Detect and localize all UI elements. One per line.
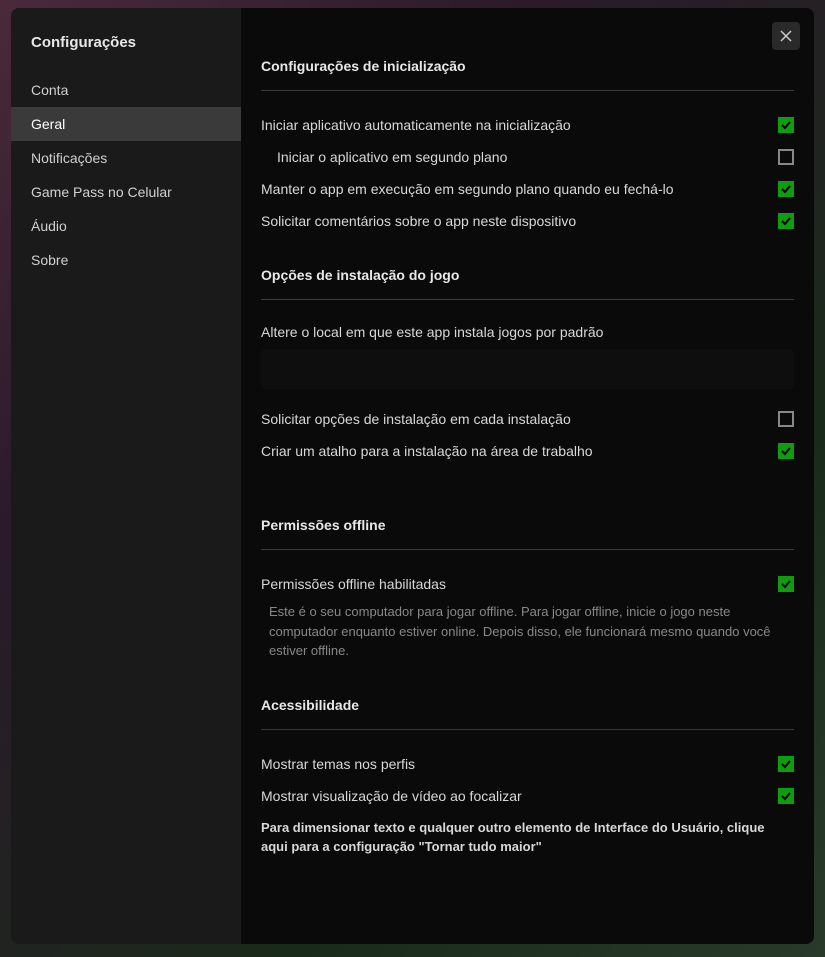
- section-header-offline: Permissões offline: [261, 517, 794, 550]
- row-ask-each: Solicitar opções de instalação em cada i…: [261, 403, 794, 435]
- check-icon: [781, 759, 791, 769]
- row-background-start: Iniciar o aplicativo em segundo plano: [261, 141, 794, 173]
- label-feedback: Solicitar comentários sobre o app neste …: [261, 213, 778, 229]
- label-ask-each: Solicitar opções de instalação em cada i…: [261, 411, 778, 427]
- content-panel: Configurações de inicialização Iniciar a…: [241, 8, 814, 944]
- checkbox-offline-enabled[interactable]: [778, 576, 794, 592]
- check-icon: [781, 579, 791, 589]
- label-themes: Mostrar temas nos perfis: [261, 756, 778, 772]
- checkbox-feedback[interactable]: [778, 213, 794, 229]
- section-accessibility: Acessibilidade Mostrar temas nos perfis …: [261, 697, 794, 857]
- sidebar: Configurações Conta Geral Notificações G…: [11, 8, 241, 944]
- row-autostart: Iniciar aplicativo automaticamente na in…: [261, 109, 794, 141]
- close-icon: [780, 30, 792, 42]
- check-icon: [781, 120, 791, 130]
- checkbox-shortcut[interactable]: [778, 443, 794, 459]
- row-feedback: Solicitar comentários sobre o app neste …: [261, 205, 794, 237]
- section-header-accessibility: Acessibilidade: [261, 697, 794, 730]
- sidebar-item-notificacoes[interactable]: Notificações: [11, 141, 241, 175]
- check-icon: [781, 791, 791, 801]
- label-video-preview: Mostrar visualização de vídeo ao focaliz…: [261, 788, 778, 804]
- accessibility-scale-note[interactable]: Para dimensionar texto e qualquer outro …: [261, 812, 794, 857]
- check-icon: [781, 184, 791, 194]
- sidebar-title: Configurações: [11, 26, 241, 73]
- label-change-location: Altere o local em que este app instala j…: [261, 318, 794, 343]
- sidebar-item-conta[interactable]: Conta: [11, 73, 241, 107]
- section-startup: Configurações de inicialização Iniciar a…: [261, 58, 794, 237]
- check-icon: [781, 216, 791, 226]
- label-shortcut: Criar um atalho para a instalação na áre…: [261, 443, 778, 459]
- label-keep-running: Manter o app em execução em segundo plan…: [261, 181, 778, 197]
- label-offline-enabled: Permissões offline habilitadas: [261, 576, 778, 592]
- row-offline-enabled: Permissões offline habilitadas: [261, 568, 794, 600]
- settings-modal: Configurações Conta Geral Notificações G…: [11, 8, 814, 944]
- checkbox-ask-each[interactable]: [778, 411, 794, 427]
- section-header-startup: Configurações de inicialização: [261, 58, 794, 91]
- sidebar-item-audio[interactable]: Áudio: [11, 209, 241, 243]
- checkbox-keep-running[interactable]: [778, 181, 794, 197]
- sidebar-item-gamepass[interactable]: Game Pass no Celular: [11, 175, 241, 209]
- section-header-install: Opções de instalação do jogo: [261, 267, 794, 300]
- install-location-dropdown[interactable]: [261, 349, 794, 389]
- label-background-start: Iniciar o aplicativo em segundo plano: [261, 149, 778, 165]
- close-button[interactable]: [772, 22, 800, 50]
- row-keep-running: Manter o app em execução em segundo plan…: [261, 173, 794, 205]
- checkbox-themes[interactable]: [778, 756, 794, 772]
- sidebar-item-geral[interactable]: Geral: [11, 107, 241, 141]
- section-offline: Permissões offline Permissões offline ha…: [261, 517, 794, 667]
- sidebar-item-sobre[interactable]: Sobre: [11, 243, 241, 277]
- checkbox-background-start[interactable]: [778, 149, 794, 165]
- row-shortcut: Criar um atalho para a instalação na áre…: [261, 435, 794, 467]
- row-video-preview: Mostrar visualização de vídeo ao focaliz…: [261, 780, 794, 812]
- check-icon: [781, 446, 791, 456]
- checkbox-autostart[interactable]: [778, 117, 794, 133]
- offline-description: Este é o seu computador para jogar offli…: [261, 600, 794, 667]
- label-autostart: Iniciar aplicativo automaticamente na in…: [261, 117, 778, 133]
- checkbox-video-preview[interactable]: [778, 788, 794, 804]
- row-themes: Mostrar temas nos perfis: [261, 748, 794, 780]
- section-install: Opções de instalação do jogo Altere o lo…: [261, 267, 794, 467]
